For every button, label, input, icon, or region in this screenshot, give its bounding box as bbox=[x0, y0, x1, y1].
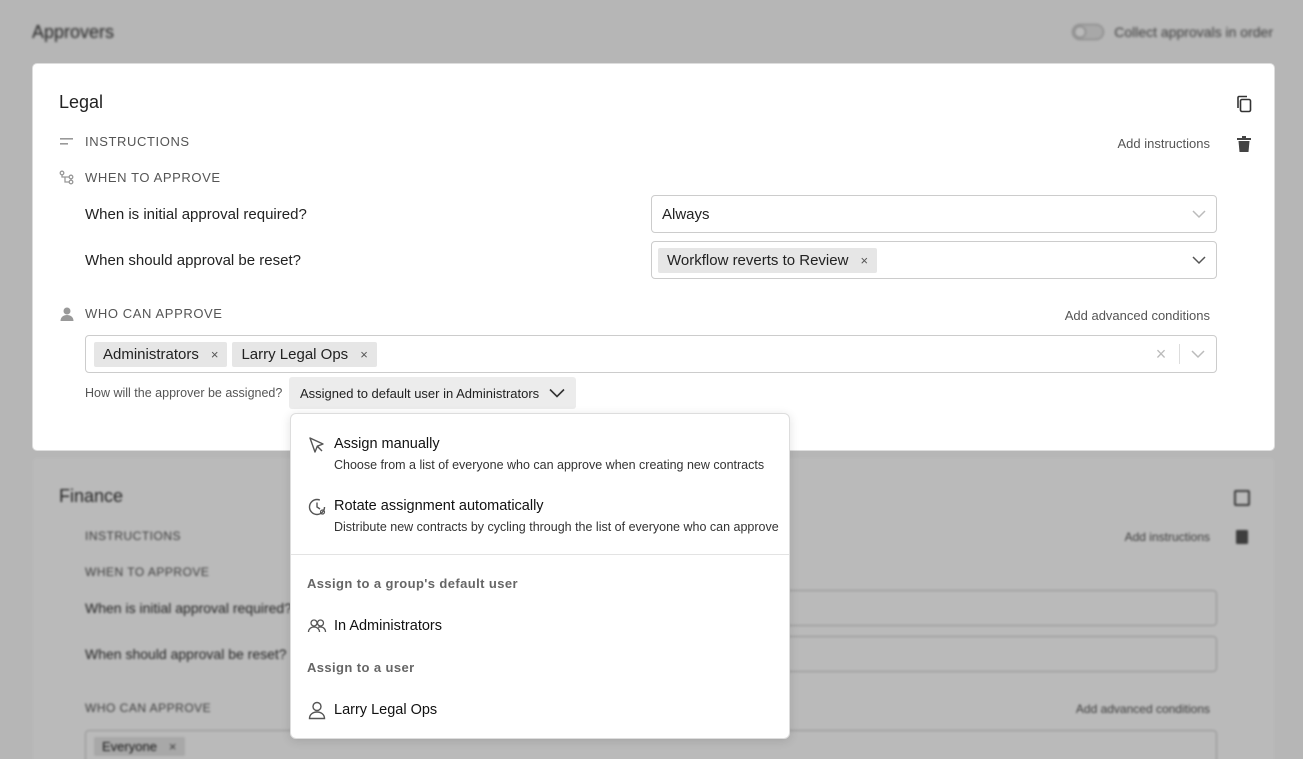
when-to-approve-label: WHEN TO APPROVE bbox=[85, 170, 221, 185]
legal-approver-card: Legal INSTRUCTIONS Add instructions WHEN… bbox=[33, 64, 1274, 450]
reset-approval-question: When should approval be reset? bbox=[85, 252, 301, 269]
approver-tag-label: Larry Legal Ops bbox=[241, 345, 349, 363]
menu-item-description: Choose from a list of everyone who can a… bbox=[334, 458, 765, 472]
approver-tag: Administrators × bbox=[94, 341, 228, 367]
approvers-multiselect[interactable]: Administrators × Larry Legal Ops × × bbox=[85, 335, 1217, 373]
approver-tag-label: Administrators bbox=[103, 345, 199, 363]
copy-icon[interactable] bbox=[1234, 94, 1254, 114]
chevron-down-icon bbox=[1192, 210, 1206, 219]
menu-item-description: Distribute new contracts by cycling thro… bbox=[334, 520, 779, 534]
assignment-dropdown-button[interactable]: Assigned to default user in Administrato… bbox=[289, 377, 577, 409]
remove-tag-icon[interactable]: × bbox=[211, 347, 219, 362]
menu-item-title: Rotate assignment automatically bbox=[334, 498, 544, 514]
remove-tag-icon[interactable]: × bbox=[360, 347, 368, 362]
who-can-approve-label: WHO CAN APPROVE bbox=[85, 306, 223, 321]
menu-divider bbox=[291, 554, 789, 555]
instructions-icon bbox=[59, 134, 75, 150]
menu-item-assign-manually[interactable]: Assign manually Choose from a list of ev… bbox=[291, 428, 789, 478]
menu-item-title: Larry Legal Ops bbox=[334, 702, 438, 718]
menu-item-larry-legal-ops[interactable]: Larry Legal Ops bbox=[291, 696, 789, 724]
assignment-menu: Assign manually Choose from a list of ev… bbox=[290, 413, 790, 739]
chevron-down-icon[interactable] bbox=[1180, 347, 1216, 361]
remove-tag-icon[interactable]: × bbox=[860, 253, 868, 268]
menu-item-rotate-automatically[interactable]: Rotate assignment automatically Distribu… bbox=[291, 490, 789, 540]
group-icon bbox=[307, 616, 327, 636]
assignment-value: Assigned to default user in Administrato… bbox=[300, 385, 540, 401]
menu-item-title: In Administrators bbox=[334, 618, 442, 634]
trash-icon[interactable] bbox=[1234, 134, 1254, 154]
approver-tag: Larry Legal Ops × bbox=[232, 341, 377, 367]
instructions-label: INSTRUCTIONS bbox=[85, 134, 190, 149]
cursor-icon bbox=[307, 435, 327, 455]
chevron-down-icon bbox=[549, 388, 565, 398]
user-heading: Assign to a user bbox=[307, 660, 415, 675]
initial-approval-select[interactable]: Always bbox=[651, 195, 1217, 233]
legal-title: Legal bbox=[59, 92, 104, 112]
person-icon bbox=[59, 306, 75, 322]
assignment-question: How will the approver be assigned? bbox=[85, 386, 283, 400]
multiselect-controls: × bbox=[1143, 336, 1216, 372]
initial-approval-question: When is initial approval required? bbox=[85, 206, 307, 223]
initial-approval-value: Always bbox=[662, 205, 710, 223]
user-icon bbox=[307, 700, 327, 720]
menu-item-title: Assign manually bbox=[334, 436, 440, 452]
reset-condition-tag: Workflow reverts to Review × bbox=[658, 247, 878, 273]
chevron-down-icon[interactable] bbox=[1192, 253, 1206, 267]
workflow-icon bbox=[59, 170, 75, 186]
group-default-heading: Assign to a group's default user bbox=[307, 576, 518, 591]
add-instructions-link[interactable]: Add instructions bbox=[1118, 136, 1211, 151]
add-advanced-conditions-link[interactable]: Add advanced conditions bbox=[1065, 308, 1210, 323]
menu-item-in-administrators[interactable]: In Administrators bbox=[291, 612, 789, 640]
rotate-clock-icon bbox=[307, 497, 327, 517]
reset-approval-select[interactable]: Workflow reverts to Review × bbox=[651, 241, 1217, 279]
reset-condition-tag-label: Workflow reverts to Review bbox=[667, 251, 849, 269]
clear-all-icon[interactable]: × bbox=[1143, 344, 1179, 365]
